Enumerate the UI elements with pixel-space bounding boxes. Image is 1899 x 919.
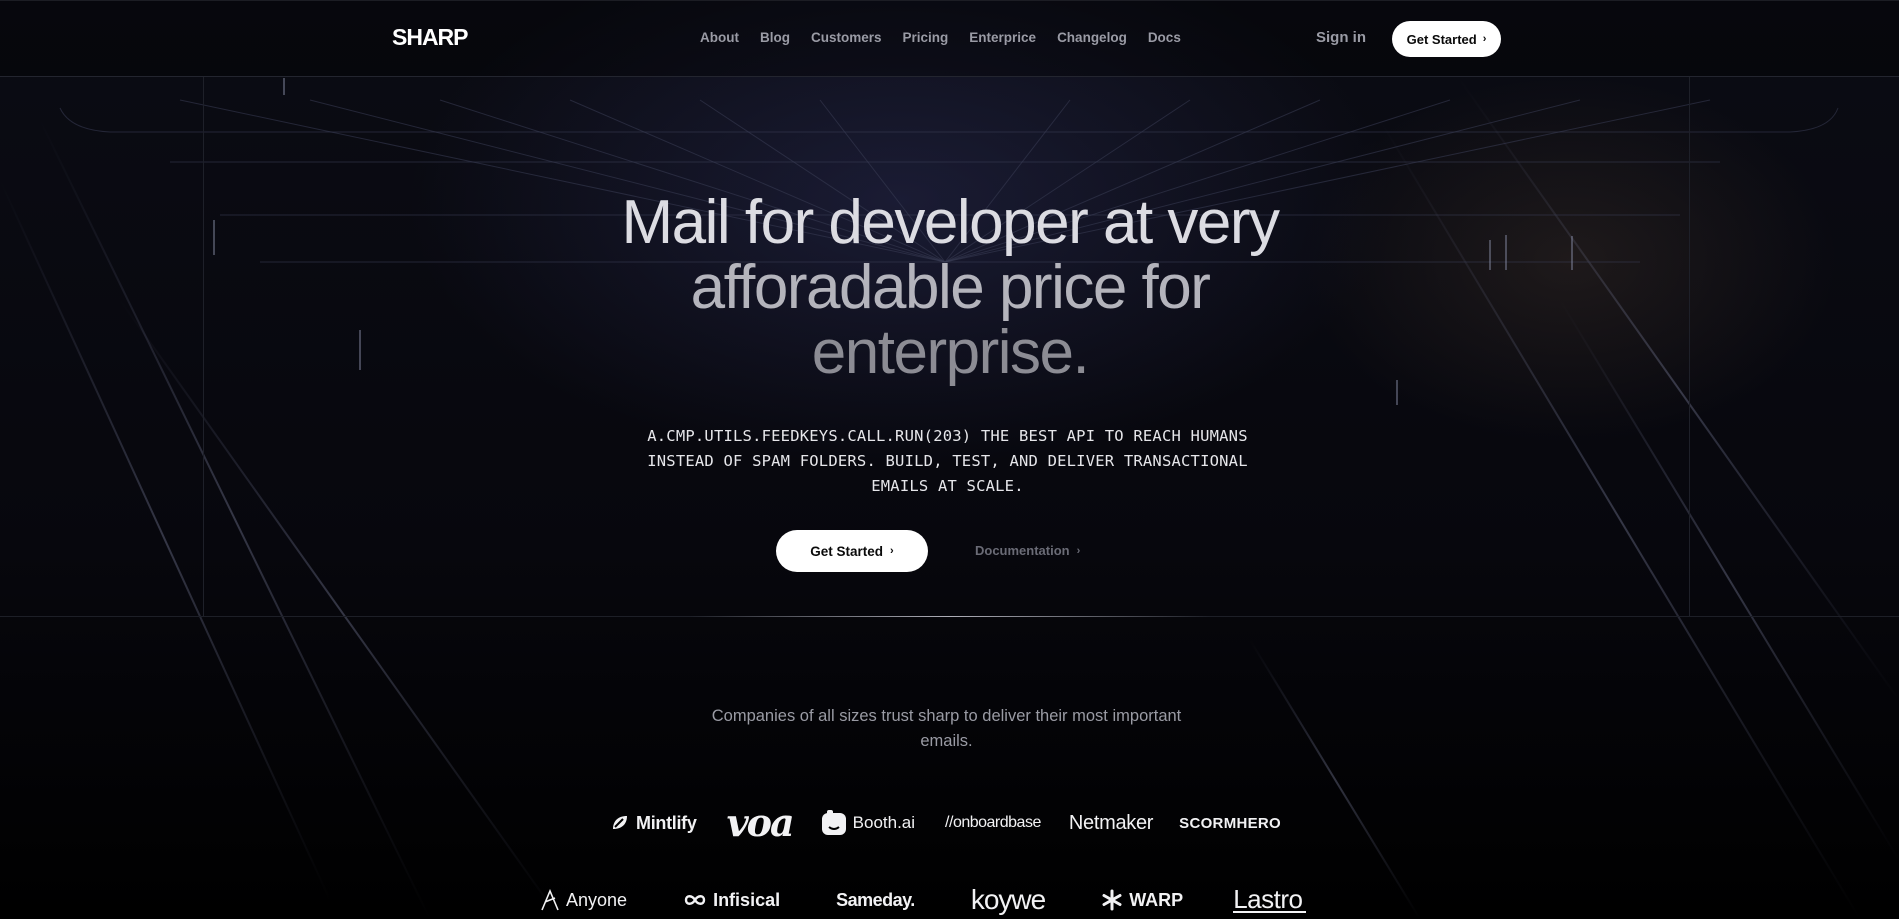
- logo-anyone: Anyone: [540, 889, 627, 911]
- logo-lastro: Lastro: [1233, 886, 1307, 913]
- logo-infisical: Infisical: [683, 890, 780, 911]
- hero-divider-glow: [690, 616, 1210, 617]
- anyone-icon: [541, 889, 559, 911]
- brand-logo[interactable]: SHARP: [392, 24, 469, 51]
- top-navbar: SHARP About Blog Customers Pricing Enter…: [0, 0, 1899, 77]
- nav-links: About Blog Customers Pricing Enterprice …: [700, 30, 1202, 45]
- logo-onboardbase: //onboardbase: [945, 814, 1041, 831]
- mintlify-icon: [613, 816, 627, 829]
- logo-booth-ai: Booth.ai: [821, 810, 915, 836]
- logo-warp: WARP: [1101, 889, 1183, 911]
- hero-title: Mail for developer at very afforadable p…: [450, 190, 1450, 385]
- get-started-hero-button[interactable]: Get Started ›: [776, 530, 928, 572]
- logo-voa: voa: [726, 800, 795, 845]
- infinity-icon: [684, 895, 706, 905]
- hero-title-line-3: enterprise.: [811, 318, 1090, 387]
- nav-link-blog[interactable]: Blog: [760, 30, 790, 45]
- nav-link-pricing[interactable]: Pricing: [903, 30, 949, 45]
- nav-link-enterprice[interactable]: Enterprice: [969, 30, 1036, 45]
- customer-logos-row-2: Anyone Infisical Sameday. koywe WARP Las…: [540, 884, 1307, 915]
- logo-netmaker: Netmaker: [1068, 811, 1154, 834]
- customer-logos-row-1: Mintlify voa Booth.ai //onboardbase Netm…: [610, 800, 1282, 845]
- logo-scormhero: SCORMHERO: [1179, 814, 1282, 832]
- chevron-right-icon: ›: [890, 545, 894, 557]
- booth-icon: [821, 810, 846, 835]
- warp-asterisk-icon: [1102, 889, 1122, 911]
- nav-link-about[interactable]: About: [700, 30, 739, 45]
- get-started-nav-label: Get Started: [1406, 31, 1477, 47]
- trust-text: Companies of all sizes trust sharp to de…: [711, 707, 1182, 750]
- logo-koywe: koywe: [970, 884, 1046, 915]
- logo-mintlify: Mintlify: [610, 813, 697, 834]
- hero-subtitle: A.CMP.UTILS.FEEDKEYS.CALL.RUN(203) THE B…: [647, 427, 1248, 495]
- hero-title-line-1: Mail for developer at very: [621, 188, 1280, 257]
- chevron-right-icon: ›: [1076, 544, 1081, 557]
- logo-sameday: Sameday.: [836, 889, 915, 910]
- hero-title-line-2: afforadable price for: [690, 253, 1211, 322]
- nav-link-customers[interactable]: Customers: [811, 30, 882, 45]
- nav-link-changelog[interactable]: Changelog: [1057, 30, 1127, 45]
- sign-in-link[interactable]: Sign in: [1316, 29, 1366, 46]
- nav-link-docs[interactable]: Docs: [1148, 30, 1181, 45]
- get-started-hero-label: Get Started: [810, 543, 884, 559]
- get-started-nav-button[interactable]: Get Started ›: [1392, 21, 1501, 57]
- documentation-label: Documentation: [975, 543, 1070, 558]
- documentation-link[interactable]: Documentation ›: [975, 543, 1080, 558]
- chevron-right-icon: ›: [1482, 33, 1487, 45]
